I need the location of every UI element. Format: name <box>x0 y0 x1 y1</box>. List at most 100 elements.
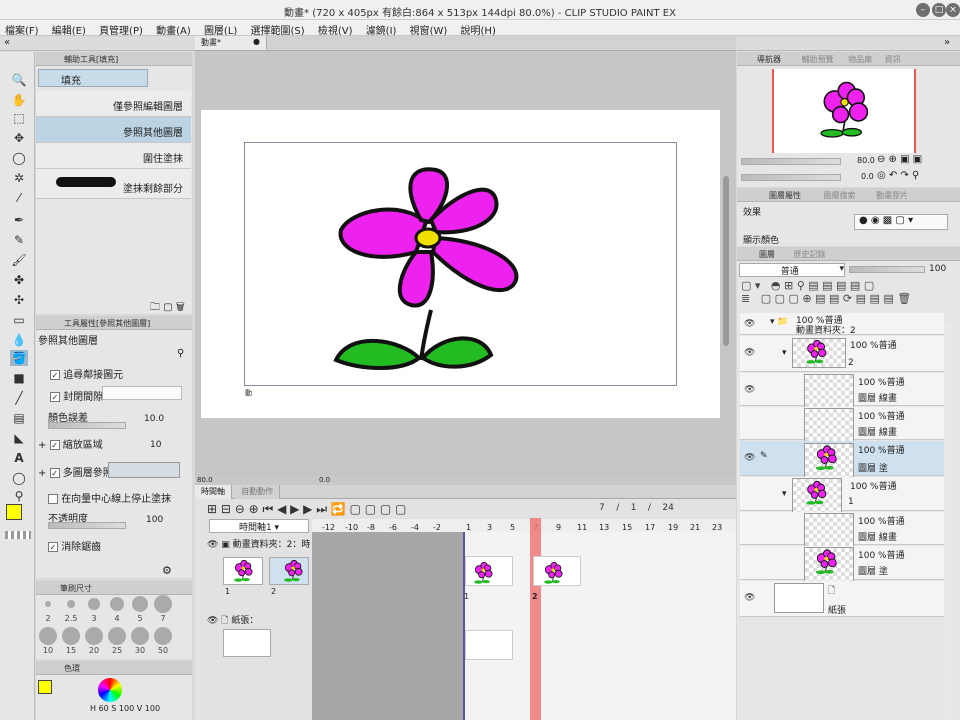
blend-tool-icon[interactable]: 💧 <box>10 332 28 348</box>
menu-edit[interactable]: 編輯(E) <box>47 20 91 37</box>
expand-option[interactable]: + ✓ 縮放區域 <box>38 436 193 451</box>
multi-ref-selector[interactable] <box>108 462 180 478</box>
expand-icon[interactable]: ▾ <box>782 489 787 499</box>
canvas-area[interactable]: 動 <box>195 51 736 476</box>
menu-filter[interactable]: 濾鏡(I) <box>361 20 402 37</box>
text-tool-icon[interactable]: A <box>10 450 28 466</box>
eraser-tool-icon[interactable]: ▭ <box>10 312 28 328</box>
layer-row[interactable]: 👁 ▾ 📁 100 %普通 動畫資料夾：2 <box>740 313 944 336</box>
layer-row-selected[interactable]: 👁 ✎ 100 %普通 圖層 塗 <box>740 441 944 478</box>
restore-button[interactable]: □ <box>932 3 946 17</box>
pencil-tool-icon[interactable]: ✎ <box>10 232 28 248</box>
blend-mode-select[interactable]: 普通 ▾ <box>739 263 845 277</box>
tab-navigator[interactable]: 導航器 <box>757 55 781 64</box>
tolerance-value[interactable]: 10.0 <box>144 414 164 424</box>
navigator-angle[interactable]: 0.0 <box>861 172 874 181</box>
hand-tool-icon[interactable]: ✋ <box>10 92 28 108</box>
layer-opacity-value[interactable]: 100 <box>929 264 946 274</box>
subtool-item[interactable]: 僅參照編輯圖層 <box>36 91 191 117</box>
tab-layer-search[interactable]: 圖層搜索 <box>824 191 856 200</box>
toolprop-tab[interactable]: 工具屬性[參照其他圖層] <box>36 316 192 330</box>
brush-size-dot[interactable] <box>45 601 51 607</box>
airbrush-tool-icon[interactable]: ✤ <box>10 272 28 288</box>
timeline-grid[interactable]: 1 2 <box>312 518 736 720</box>
menu-select[interactable]: 選擇範圍(S) <box>246 20 310 37</box>
main-color-chip[interactable] <box>38 680 52 694</box>
opacity-slider[interactable] <box>48 522 126 529</box>
opacity-value[interactable]: 100 <box>146 515 163 525</box>
layer-row[interactable]: 100 %普通 圖層 線畫 <box>740 512 944 548</box>
subtool-item[interactable]: 塗抹剩餘部分 <box>36 169 191 199</box>
subtool-menu-icons[interactable]: 🗀 ▢ 🗑 <box>150 300 185 317</box>
tab-animation-cels[interactable]: 動畫膠片 <box>876 191 908 200</box>
navigator-angle-slider[interactable] <box>741 174 841 181</box>
subtool-tab[interactable]: 輔助工具[填充] <box>36 52 192 66</box>
ruler-tool-icon[interactable]: ◣ <box>10 430 28 446</box>
canvas-zoom[interactable]: 80.0 <box>197 476 213 484</box>
close-button[interactable]: × <box>946 3 960 17</box>
navigator-preview[interactable] <box>772 69 916 153</box>
collapse-right-icon[interactable]: » <box>944 37 950 48</box>
playhead[interactable] <box>530 518 541 720</box>
tolerance-slider[interactable] <box>48 422 126 429</box>
expand-value[interactable]: 10 <box>150 440 161 450</box>
expand-icon[interactable]: ▾ <box>782 348 787 358</box>
lasso-tool-icon[interactable]: ◯ <box>10 150 28 166</box>
color-tab[interactable]: 色環 <box>36 661 192 675</box>
color-wheel[interactable] <box>98 678 122 702</box>
collapse-left-icon[interactable]: « <box>4 37 10 48</box>
subtool-group[interactable]: 填充 <box>38 69 148 87</box>
balloon-tool-icon[interactable]: ◯ <box>10 470 28 486</box>
menu-help[interactable]: 說明(H) <box>456 20 501 37</box>
track-paper[interactable]: 👁 🗋 紙張： <box>207 613 311 663</box>
layer-opacity-slider[interactable] <box>849 266 925 273</box>
brush-size-dot[interactable] <box>108 627 126 645</box>
layer-row[interactable]: ▾ 100 %普通 1 <box>740 477 944 513</box>
zoom-tool-icon[interactable]: 🔍 <box>10 72 28 88</box>
stop-vector-option[interactable]: 在向量中心線上停止塗抹 <box>48 490 203 505</box>
menu-animation[interactable]: 動畫(A) <box>151 20 196 37</box>
fill-tool-icon[interactable]: 🪣 <box>10 350 28 366</box>
visibility-eye-icon[interactable]: 👁 <box>744 319 755 329</box>
pen-tool-icon[interactable]: ✒ <box>10 212 28 228</box>
menu-page[interactable]: 頁管理(P) <box>94 20 148 37</box>
timeline-selector[interactable]: 時間軸1 ▾ <box>209 519 309 533</box>
main-color-swatch[interactable] <box>6 504 22 520</box>
visibility-eye-icon[interactable]: 👁 <box>744 453 755 463</box>
visibility-eye-icon[interactable]: 👁 <box>744 593 755 603</box>
zoom-prop-icon[interactable]: ⚲ <box>177 348 184 359</box>
subtool-item[interactable]: 參照其他圖層 <box>36 117 191 143</box>
canvas-rotation[interactable]: 0.0 <box>319 476 330 484</box>
close-gap-selector[interactable] <box>102 386 182 400</box>
tab-history[interactable]: 歷史記錄 <box>794 250 826 259</box>
brush-size-dot[interactable] <box>110 597 124 611</box>
brush-size-dot[interactable] <box>39 627 57 645</box>
layer-row[interactable]: 👁 100 %普通 圖層 線畫 <box>740 373 944 409</box>
tab-info[interactable]: 資訊 <box>885 55 901 64</box>
tab-sub-preview[interactable]: 輔助預覽 <box>802 55 834 64</box>
tab-item-bank[interactable]: 物品庫 <box>848 55 872 64</box>
magic-wand-icon[interactable]: ✲ <box>10 170 28 186</box>
subtool-item[interactable]: 圍住塗抹 <box>36 143 191 169</box>
brushsize-tab[interactable]: 筆刷尺寸 <box>36 581 192 595</box>
layer-scrollbar[interactable] <box>943 322 953 720</box>
visibility-eye-icon[interactable]: 👁 <box>744 385 755 395</box>
minimize-button[interactable]: – <box>916 3 930 17</box>
move-tool-icon[interactable]: ✥ <box>10 130 28 146</box>
brush-size-dot[interactable] <box>62 627 80 645</box>
navigator-zoom-icons[interactable]: ⊖ ⊕ ▣ ▣ <box>877 154 922 165</box>
tab-timeline[interactable]: 時間軸 <box>195 485 232 499</box>
tab-layer-property[interactable]: 圖層屬性 <box>769 191 801 200</box>
brush-tool-icon[interactable]: 🖌 <box>10 252 28 268</box>
correction-tool-icon[interactable]: ⚲ <box>10 488 28 504</box>
gradient-tool-icon[interactable]: ■ <box>10 370 28 386</box>
menu-view[interactable]: 檢視(V) <box>313 20 358 37</box>
layer-toolbar[interactable]: ▢ ▾ ◓ ⊞ ⚲ ▤ ▤ ▤ ▤ ▢ ≣ ▢ ▢ ▢ ⊕ ▤ ▤ ⟳ ▤ ▤ ▤… <box>741 279 956 311</box>
brush-size-dot[interactable] <box>154 627 172 645</box>
decoration-tool-icon[interactable]: ✣ <box>10 292 28 308</box>
eyedropper-icon[interactable]: ⁄ <box>10 190 28 206</box>
brush-size-dot[interactable] <box>131 627 149 645</box>
playback-controls[interactable]: ⊞ ⊟ ⊖ ⊕ ⏮ ◀ ▶ ▶ ⏭ 🔁 ▢ ▢ ▢ ▢ <box>207 502 406 516</box>
settings-icon[interactable]: ⚙ <box>162 564 172 577</box>
gap-option[interactable]: ✓ 追尋鄰接圖元 <box>50 366 205 381</box>
